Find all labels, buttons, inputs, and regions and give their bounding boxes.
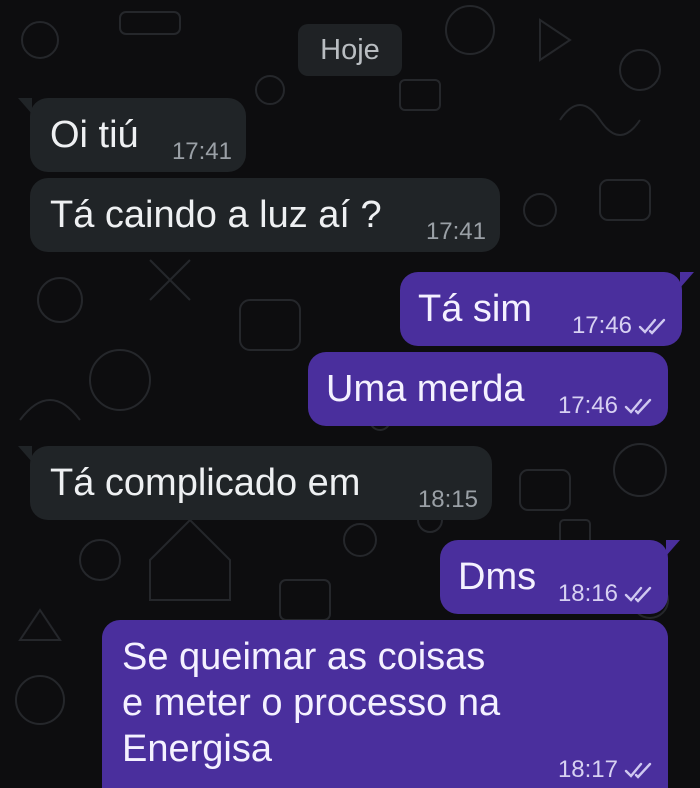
date-divider: Hoje bbox=[298, 24, 402, 76]
message-meta: 18:17 bbox=[558, 756, 654, 784]
double-check-icon bbox=[638, 318, 666, 335]
date-divider-label: Hoje bbox=[320, 33, 380, 66]
message-bubble-outgoing[interactable]: Se queimar as coisas e meter o processo … bbox=[102, 620, 668, 788]
message-time: 17:41 bbox=[425, 218, 486, 245]
message-text-line: Se queimar as coisas bbox=[122, 636, 486, 678]
message-time: 17:46 bbox=[571, 312, 632, 339]
message-text: Tá complicado em bbox=[50, 462, 361, 504]
message-text: Tá sim bbox=[418, 288, 532, 330]
message-time: 18:17 bbox=[557, 756, 618, 783]
message-text-line: Energisa bbox=[122, 728, 272, 770]
message-time: 17:46 bbox=[557, 392, 618, 419]
message-bubble-outgoing[interactable]: Tá sim 17:46 bbox=[400, 272, 694, 346]
message-text: Uma merda bbox=[326, 368, 525, 410]
message-bubble-outgoing[interactable]: Dms 18:16 bbox=[440, 540, 680, 614]
message-bubble-outgoing[interactable]: Uma merda 17:46 bbox=[308, 352, 668, 426]
message-meta: 17:46 bbox=[572, 312, 668, 340]
double-check-icon bbox=[624, 762, 652, 779]
message-time: 18:16 bbox=[557, 580, 618, 607]
message-bubble-incoming[interactable]: Tá complicado em 18:15 bbox=[18, 446, 492, 520]
double-check-icon bbox=[624, 586, 652, 603]
message-text: Dms bbox=[458, 556, 537, 598]
message-bubble-incoming[interactable]: Oi tiú 17:41 bbox=[18, 98, 246, 172]
message-text: Oi tiú bbox=[50, 114, 139, 156]
message-meta: 18:16 bbox=[558, 580, 654, 608]
message-time: 17:41 bbox=[171, 138, 232, 165]
message-text-line: e meter o processo na bbox=[122, 682, 501, 724]
message-meta: 17:46 bbox=[558, 392, 654, 420]
message-text: Tá caindo a luz aí ? bbox=[50, 194, 382, 236]
double-check-icon bbox=[624, 398, 652, 415]
message-bubble-incoming[interactable]: Tá caindo a luz aí ? 17:41 bbox=[30, 178, 500, 252]
message-time: 18:15 bbox=[417, 486, 478, 513]
